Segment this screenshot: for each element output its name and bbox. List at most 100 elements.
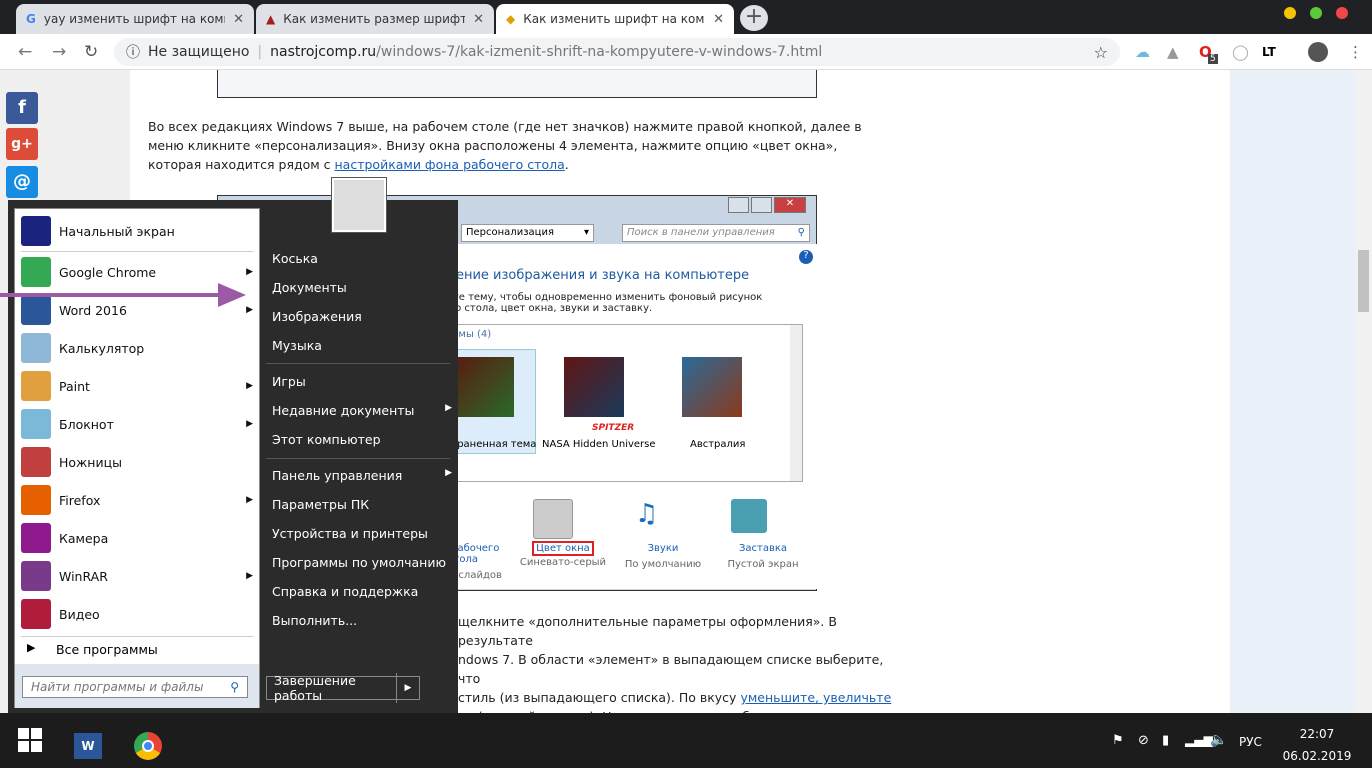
- start-right-item[interactable]: Справка и поддержка: [272, 584, 452, 599]
- word-taskbar-icon[interactable]: W: [74, 733, 102, 759]
- purple-arrow: [0, 283, 246, 307]
- start-right-item[interactable]: Игры: [272, 374, 452, 389]
- start-right-item[interactable]: Недавние документы ▶: [272, 403, 452, 418]
- scrollbar-thumb[interactable]: [1358, 250, 1369, 312]
- divider: [21, 251, 253, 252]
- taskbar: W ⚑ ⊘ ▮ ▂▄▆ 🔈 РУС 22:07 06.02.2019: [0, 713, 1372, 768]
- google-plus-icon[interactable]: g+: [6, 128, 38, 160]
- bottom-links: Фон рабочего стола Показ слайдов Цвет окн…: [413, 541, 818, 581]
- close-tab-icon[interactable]: ✕: [233, 12, 244, 27]
- item-label: Панель управления: [272, 468, 403, 483]
- battery-icon[interactable]: ▮: [1162, 733, 1169, 748]
- scrollbar[interactable]: [1355, 70, 1372, 713]
- previous-image-bottom: [217, 70, 817, 98]
- circle-icon[interactable]: ◯: [1232, 43, 1249, 61]
- submenu-arrow-icon[interactable]: ▶: [246, 267, 253, 277]
- item-label: Документы: [272, 280, 347, 295]
- start-right-item[interactable]: Музыка: [272, 338, 452, 353]
- theme-scrollbar: [790, 325, 802, 481]
- start-right-item[interactable]: Коська: [272, 251, 452, 266]
- drive-icon[interactable]: ▲: [1167, 43, 1179, 61]
- tab-3-active[interactable]: ◆ Как изменить шрифт на компь ✕: [496, 4, 734, 34]
- item-label: Игры: [272, 374, 306, 389]
- start-right-item[interactable]: Программы по умолчанию: [272, 555, 452, 570]
- search-area: Найти программы и файлы ⚲: [15, 664, 259, 708]
- start-search-input[interactable]: Найти программы и файлы ⚲: [22, 676, 248, 698]
- app-icon: [21, 447, 51, 477]
- text-line: ndows 7. В области «элемент» в выпадающе…: [458, 652, 884, 686]
- shutdown-button[interactable]: Завершение работы ▶: [266, 673, 420, 703]
- start-app-item[interactable]: Начальный экран: [21, 213, 253, 249]
- facebook-icon[interactable]: f: [6, 92, 38, 124]
- start-app-item[interactable]: Калькулятор: [21, 330, 253, 366]
- app-icon: [21, 523, 51, 553]
- start-right-item[interactable]: Панель управления ▶: [272, 468, 452, 483]
- minimize-button[interactable]: [1284, 7, 1296, 19]
- start-app-item[interactable]: Камера: [21, 520, 253, 556]
- search-placeholder: Поиск в панели управления: [627, 227, 775, 238]
- shutdown-options-arrow[interactable]: ▶: [397, 683, 419, 693]
- paragraph-2: щелкните «дополнительные параметры оформ…: [458, 612, 898, 726]
- address-bar[interactable]: ⓘ Не защищено | nastrojcomp.ru/windows-7…: [114, 38, 1120, 66]
- link-label: Звуки: [647, 543, 679, 554]
- signal-icon[interactable]: ▂▄▆: [1185, 733, 1213, 747]
- cloud-icon[interactable]: ☁: [1135, 43, 1150, 61]
- divider: |: [257, 44, 263, 60]
- bookmark-star-icon[interactable]: ☆: [1094, 43, 1108, 62]
- submenu-arrow-icon[interactable]: ▶: [246, 571, 253, 581]
- start-app-item[interactable]: Блокнот ▶: [21, 406, 253, 442]
- windows-start-icon[interactable]: [18, 728, 42, 752]
- start-app-item[interactable]: Ножницы: [21, 444, 253, 480]
- start-app-item[interactable]: Видео: [21, 596, 253, 632]
- tab-2[interactable]: ▲ Как изменить размер шрифта ✕: [256, 4, 494, 34]
- submenu-arrow-icon[interactable]: ▶: [246, 419, 253, 429]
- app-label: Firefox: [59, 492, 101, 508]
- info-icon: ⓘ: [126, 45, 140, 61]
- all-programs[interactable]: Все программы: [56, 642, 158, 657]
- submenu-arrow-icon[interactable]: ▶: [246, 381, 253, 391]
- start-right-item[interactable]: Этот компьютер: [272, 432, 452, 447]
- lt-icon[interactable]: LT: [1262, 45, 1276, 59]
- app-icon: [21, 409, 51, 439]
- tab-title: уау изменить шрифт на компь: [43, 12, 226, 26]
- back-icon[interactable]: ←: [18, 42, 32, 62]
- start-right-item[interactable]: Выполнить...: [272, 613, 452, 628]
- chrome-taskbar-icon[interactable]: [134, 732, 162, 760]
- close-tab-icon[interactable]: ✕: [473, 12, 484, 27]
- start-app-item[interactable]: Paint ▶: [21, 368, 253, 404]
- item-label: Выполнить...: [272, 613, 358, 628]
- tab-1[interactable]: Gуау изменить шрифт на компь ✕: [16, 4, 254, 34]
- volume-icon[interactable]: 🔈: [1210, 732, 1227, 748]
- flag-icon[interactable]: ⚑: [1112, 733, 1124, 748]
- app-label: Google Chrome: [59, 264, 157, 280]
- start-right-item[interactable]: Параметры ПК: [272, 497, 452, 512]
- profile-avatar[interactable]: [1308, 42, 1328, 62]
- desktop-background-link[interactable]: настройками фона рабочего стола: [335, 157, 565, 172]
- resize-link[interactable]: уменьшите, увеличьте: [740, 690, 891, 705]
- theme-list: Мои темы (4) Несохраненная тема NASA Hid…: [413, 324, 803, 482]
- user-avatar-cat[interactable]: [331, 177, 387, 233]
- window-controls: ✕: [728, 197, 806, 213]
- shutdown-label: Завершение работы: [267, 673, 397, 703]
- close-window-button[interactable]: [1336, 7, 1348, 19]
- reload-icon[interactable]: ↻: [84, 42, 98, 62]
- menu-icon[interactable]: ⋮: [1348, 43, 1363, 61]
- link-label: Заставка: [738, 543, 788, 554]
- forward-icon[interactable]: →: [52, 42, 66, 62]
- start-app-item[interactable]: WinRAR ▶: [21, 558, 253, 594]
- item-label: Недавние документы: [272, 403, 415, 418]
- maximize-button[interactable]: [1310, 7, 1322, 19]
- close-tab-icon[interactable]: ✕: [713, 12, 724, 27]
- submenu-arrow-icon[interactable]: ▶: [246, 495, 253, 505]
- mail-icon[interactable]: @: [6, 166, 38, 198]
- paragraph-1: Во всех редакциях Windows 7 выше, на раб…: [148, 117, 888, 174]
- language-indicator[interactable]: РУС: [1239, 735, 1262, 749]
- start-right-item[interactable]: Изображения: [272, 309, 452, 324]
- network-sync-icon[interactable]: ⊘: [1138, 733, 1149, 748]
- new-tab-button[interactable]: +: [740, 5, 768, 31]
- start-app-item[interactable]: Firefox ▶: [21, 482, 253, 518]
- start-right-item[interactable]: Устройства и принтеры: [272, 526, 452, 541]
- start-right-item[interactable]: Документы: [272, 280, 452, 295]
- clock[interactable]: 22:07 06.02.2019: [1282, 723, 1352, 767]
- tab-title: Как изменить размер шрифта: [283, 12, 466, 26]
